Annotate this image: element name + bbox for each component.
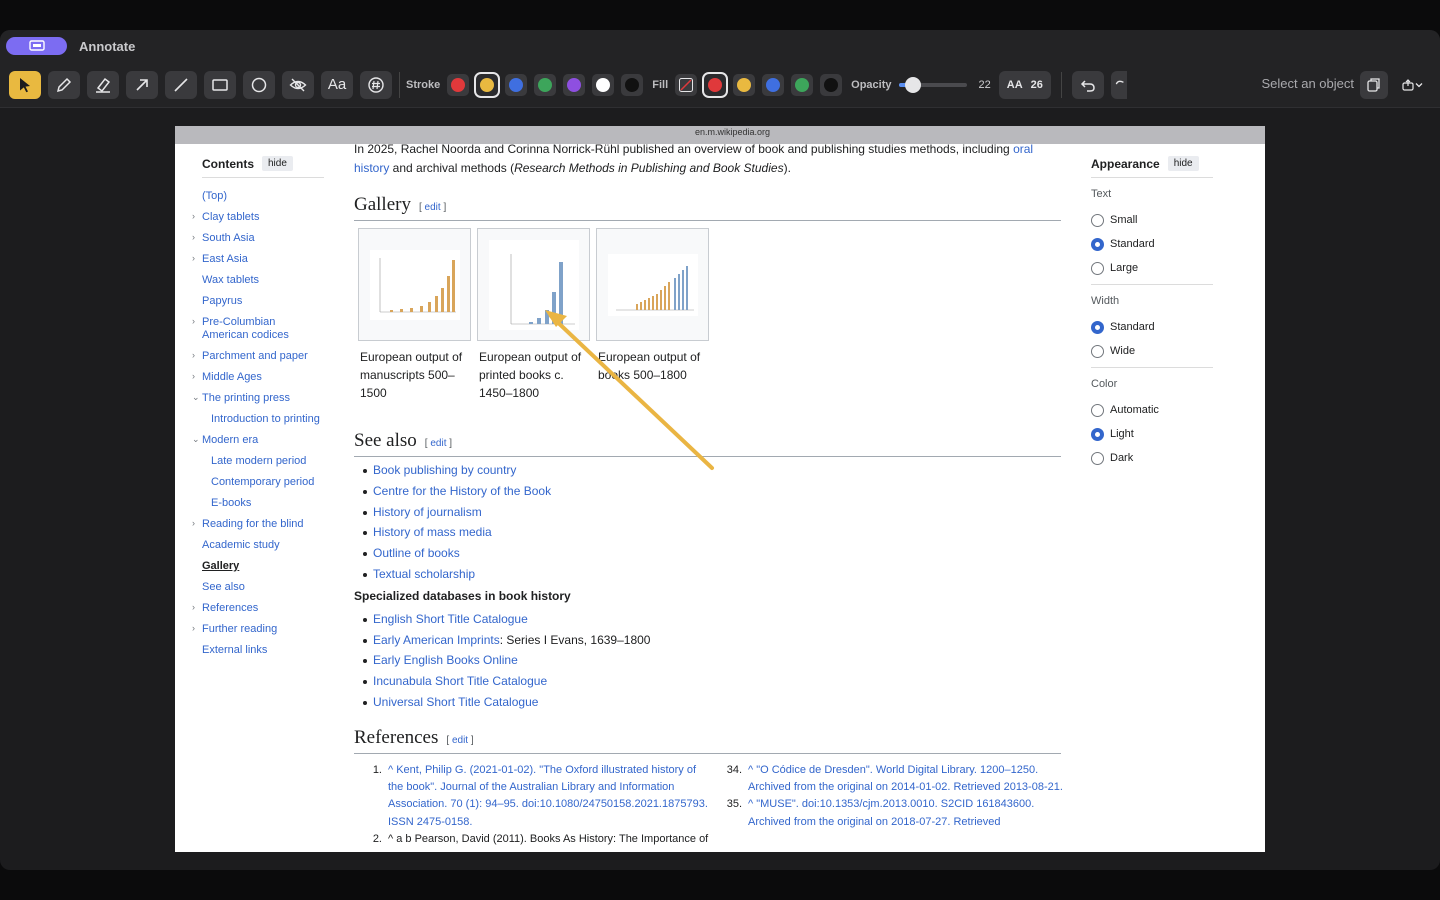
annotation-layer — [545, 310, 714, 470]
number-badge-icon — [368, 76, 384, 93]
cursor-icon — [20, 77, 30, 92]
fill-swatches — [702, 71, 849, 98]
title-bar: Annotate — [0, 30, 1440, 62]
annotation-arrow-head[interactable] — [545, 310, 567, 327]
annotate-window: Annotate Aa Stroke Fill Opacity 22 AA 26… — [0, 30, 1440, 870]
color-dot — [509, 77, 524, 92]
arrow-tool[interactable] — [126, 70, 158, 99]
color-dot — [737, 77, 752, 92]
divider — [399, 71, 400, 98]
pen-tool[interactable] — [48, 70, 80, 99]
font-size-label: AA — [1006, 78, 1023, 91]
fill-color-swatch[interactable] — [791, 73, 814, 96]
color-dot — [708, 77, 723, 92]
app-badge[interactable] — [6, 37, 67, 55]
ellipse-tool[interactable] — [243, 70, 275, 99]
eye-slash-icon — [289, 78, 307, 91]
text-tool-label: Aa — [327, 76, 347, 93]
redo-icon — [1115, 80, 1124, 84]
color-dot — [766, 77, 781, 92]
font-size-control[interactable]: AA 26 — [998, 70, 1051, 99]
fill-color-swatch[interactable] — [762, 73, 785, 96]
rectangle-icon — [212, 78, 228, 91]
color-dot — [824, 77, 839, 92]
color-dot — [480, 77, 495, 92]
highlighter-icon — [96, 77, 111, 93]
redo-button[interactable] — [1110, 70, 1127, 99]
stroke-color-swatch[interactable] — [563, 73, 586, 96]
color-dot — [451, 77, 466, 92]
line-tool[interactable] — [165, 70, 197, 99]
line-icon — [174, 77, 188, 92]
stroke-color-swatch[interactable] — [534, 73, 557, 96]
select-tool[interactable] — [9, 70, 41, 99]
copy-icon — [1367, 78, 1380, 92]
fill-none-swatch[interactable] — [675, 73, 698, 96]
undo-icon — [1080, 79, 1095, 92]
color-dot — [596, 77, 611, 92]
divider — [1060, 71, 1062, 98]
stroke-label: Stroke — [406, 78, 441, 91]
fill-color-swatch[interactable] — [820, 73, 843, 96]
highlighter-tool[interactable] — [87, 70, 119, 99]
arrow-icon — [136, 78, 148, 91]
toolbar: Aa Stroke Fill Opacity 22 AA 26 — [0, 62, 1440, 108]
copy-button[interactable] — [1360, 71, 1388, 99]
stroke-color-swatch[interactable] — [474, 71, 501, 98]
app-title: Annotate — [79, 38, 136, 54]
screen-icon — [28, 40, 45, 51]
circle-icon — [251, 77, 267, 92]
undo-button[interactable] — [1071, 70, 1104, 99]
share-icon — [1402, 79, 1414, 91]
status-text: Select an object — [1261, 76, 1354, 91]
text-tool[interactable]: Aa — [321, 70, 353, 99]
screenshot-canvas[interactable]: en.m.wikipedia.org Contents hide (Top) › C… — [175, 126, 1265, 852]
counter-tool[interactable] — [360, 70, 392, 99]
opacity-slider-knob[interactable] — [905, 76, 922, 93]
stroke-swatches — [447, 71, 650, 98]
redact-tool[interactable] — [282, 70, 314, 99]
fill-color-swatch[interactable] — [733, 73, 756, 96]
color-dot — [795, 77, 810, 92]
fill-color-swatch[interactable] — [702, 71, 729, 98]
opacity-value: 22 — [978, 78, 991, 91]
annotation-arrow-line[interactable] — [549, 314, 714, 470]
opacity-slider[interactable] — [898, 76, 967, 93]
stroke-color-swatch[interactable] — [447, 73, 470, 96]
chevron-down-icon — [1415, 83, 1423, 88]
color-dot — [538, 77, 553, 92]
stroke-color-swatch[interactable] — [505, 73, 528, 96]
pen-icon — [56, 77, 72, 92]
share-menu-button[interactable] — [1396, 71, 1430, 99]
color-dot — [625, 77, 640, 92]
stroke-color-swatch[interactable] — [592, 73, 615, 96]
font-size-value: 26 — [1030, 78, 1043, 91]
opacity-label: Opacity — [851, 78, 892, 91]
color-dot — [567, 77, 582, 92]
fill-label: Fill — [652, 78, 669, 91]
stroke-color-swatch[interactable] — [621, 73, 644, 96]
rectangle-tool[interactable] — [204, 70, 236, 99]
no-fill-icon — [679, 77, 694, 92]
